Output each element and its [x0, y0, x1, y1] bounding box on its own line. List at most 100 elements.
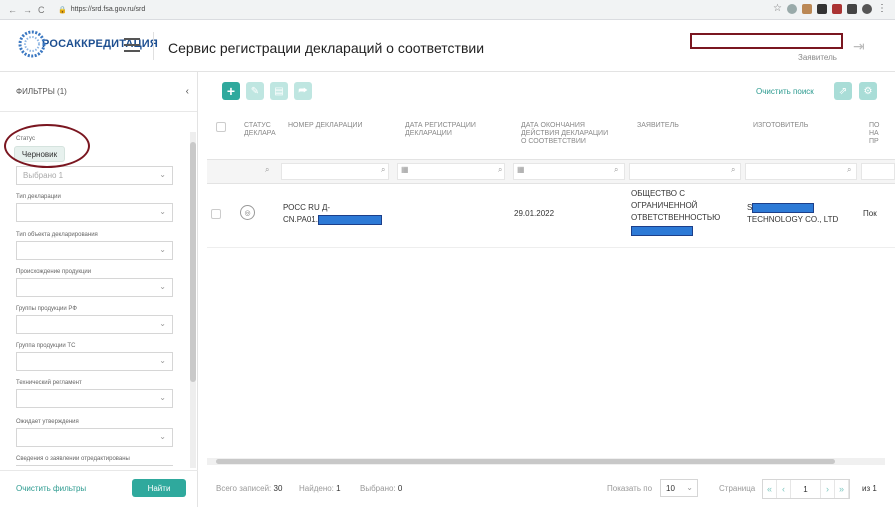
chevron-down-icon: ⌄: [159, 245, 166, 254]
number-filter-input[interactable]: [281, 163, 389, 180]
find-button[interactable]: Найти: [132, 479, 186, 497]
first-page-icon[interactable]: «: [763, 480, 777, 498]
column-header-number[interactable]: НОМЕР ДЕКЛАРАЦИИ: [288, 122, 362, 130]
sidebar-scrollbar[interactable]: [190, 132, 196, 468]
column-header-reg-date[interactable]: ДАТА РЕГИСТРАЦИИ ДЕКЛАРАЦИИ: [405, 122, 476, 138]
browser-nav: ← → C: [8, 5, 54, 15]
selected-label: Выбрано:: [360, 484, 396, 493]
add-declaration-button[interactable]: +: [222, 82, 240, 100]
user-name-redacted[interactable]: [690, 33, 843, 49]
search-icon: ⌕: [381, 165, 386, 174]
chevron-down-icon: ⌄: [159, 319, 166, 328]
filter-field: Ожидает утверждения ⌄: [16, 419, 173, 447]
applicant-cell: ОБЩЕСТВО С ОГРАНИЧЕННОЙ ОТВЕТСТВЕННОСТЬЮ: [631, 188, 720, 236]
browser-bar: ← → C 🔒 https://srd.fsa.gov.ru/srd ☆ ⋮: [0, 0, 895, 20]
filter-label: Технический регламент: [16, 380, 82, 386]
scrollbar-thumb[interactable]: [190, 142, 196, 382]
select-all-checkbox[interactable]: [216, 122, 226, 132]
declaration-number-line: CN.PA01.: [283, 214, 382, 226]
manufacturer-filter-input[interactable]: [745, 163, 857, 180]
per-page-select[interactable]: 10 ⌄: [660, 479, 698, 497]
found-value: 1: [336, 484, 341, 493]
forward-icon[interactable]: →: [23, 5, 32, 15]
browser-menu-icon[interactable]: ⋮: [877, 4, 887, 14]
filters-sidebar: ФИЛЬТРЫ (1) ‹ Статус Черновик Выбрано 1 …: [0, 72, 198, 507]
manufacturer-line: S: [747, 202, 838, 214]
address-bar[interactable]: https://srd.fsa.gov.ru/srd: [71, 6, 146, 13]
clear-search-link[interactable]: Очистить поиск: [756, 87, 814, 96]
found-label: Найдено:: [299, 484, 334, 493]
edit-icon[interactable]: ✎: [246, 82, 264, 100]
collapse-chevron-icon[interactable]: ‹: [186, 86, 189, 97]
main-toolbar: + ✎ ▤ ⮫ Очистить поиск ⇗ ⚙: [207, 78, 895, 110]
hamburger-menu-icon[interactable]: [124, 38, 140, 52]
filter-select[interactable]: ⌄: [16, 352, 173, 371]
next-page-icon[interactable]: ›: [821, 480, 835, 498]
clear-filters-link[interactable]: Очистить фильтры: [16, 484, 86, 493]
per-page-label: Показать по: [607, 484, 653, 493]
sign-icon[interactable]: ⮫: [294, 82, 312, 100]
page-number-input[interactable]: 1: [791, 480, 821, 498]
prev-page-icon[interactable]: ‹: [777, 480, 791, 498]
extension-icon[interactable]: [847, 4, 857, 14]
page-title: Сервис регистрации деклараций о соответс…: [168, 40, 485, 56]
status-select[interactable]: Выбрано 1 ⌄: [16, 166, 173, 185]
filter-select[interactable]: ⌄: [16, 241, 173, 260]
extension-icon[interactable]: [787, 4, 797, 14]
column-header-manufacturer[interactable]: ИЗГОТОВИТЕЛЬ: [753, 122, 808, 130]
column-header-product[interactable]: ПО НА ПР: [869, 122, 879, 146]
manufacturer-line: TECHNOLOGY CO., LTD: [747, 215, 839, 224]
extension-icon[interactable]: [832, 4, 842, 14]
bookmark-star-icon[interactable]: ☆: [773, 4, 782, 14]
redacted-block: [631, 226, 693, 236]
filter-select[interactable]: ⌄: [16, 465, 173, 466]
applicant-filter-input[interactable]: [629, 163, 741, 180]
selected-value: 0: [397, 484, 403, 493]
filter-select[interactable]: ⌄: [16, 389, 173, 408]
lock-icon: 🔒: [58, 6, 67, 14]
column-header-status[interactable]: СТАТУС ДЕКЛАРА: [244, 122, 276, 138]
column-header-applicant[interactable]: ЗАЯВИТЕЛЬ: [637, 122, 679, 130]
last-page-icon[interactable]: »: [835, 480, 849, 498]
back-icon[interactable]: ←: [8, 5, 17, 15]
filter-select[interactable]: ⌄: [16, 278, 173, 297]
table-horizontal-scrollbar[interactable]: [207, 458, 885, 465]
row-checkbox[interactable]: [211, 209, 221, 219]
pagination: « ‹ 1 › »: [762, 479, 850, 499]
page-count: из 1: [862, 484, 877, 493]
filter-field: Тип декларации ⌄: [16, 194, 173, 222]
redacted-block: [317, 214, 382, 225]
settings-gear-icon[interactable]: ⚙: [859, 82, 877, 100]
calendar-icon[interactable]: ▦: [401, 165, 409, 174]
applicant-line: ОГРАНИЧЕННОЙ: [631, 201, 698, 210]
search-icon: ⌕: [847, 165, 852, 174]
filter-label: Сведения о заявлении отредактированы: [16, 456, 130, 462]
end-date-filter-input[interactable]: [513, 163, 625, 180]
extension-icon[interactable]: [802, 4, 812, 14]
total-label: Всего записей:: [216, 484, 272, 493]
print-icon[interactable]: ▤: [270, 82, 288, 100]
declaration-number-cell[interactable]: РОСС RU Д- CN.PA01.: [283, 202, 382, 226]
extension-icon[interactable]: [817, 4, 827, 14]
scrollbar-thumb[interactable]: [216, 459, 835, 464]
redacted-block: [752, 202, 815, 213]
filter-status-select: Выбрано 1 ⌄: [16, 166, 173, 185]
reload-icon[interactable]: C: [38, 5, 45, 15]
profile-icon[interactable]: [862, 4, 872, 14]
export-icon[interactable]: ⇗: [834, 82, 852, 100]
logout-icon[interactable]: ⇥: [853, 38, 865, 55]
filter-field: Сведения о заявлении отредактированы ⌄: [16, 456, 173, 466]
reg-date-filter-input[interactable]: [397, 163, 505, 180]
product-filter-input[interactable]: [861, 163, 895, 180]
column-header-end-date[interactable]: ДАТА ОКОНЧАНИЯ ДЕЙСТВИЯ ДЕКЛАРАЦИИ О СОО…: [521, 122, 608, 146]
found-records: Найдено: 1: [299, 484, 341, 493]
declaration-number-prefix: CN.PA01.: [283, 215, 318, 224]
filter-select[interactable]: ⌄: [16, 428, 173, 447]
user-role: Заявитель: [798, 53, 837, 62]
product-cell: Пок: [863, 209, 877, 218]
filter-select[interactable]: ⌄: [16, 315, 173, 334]
filter-select[interactable]: ⌄: [16, 203, 173, 222]
table-row[interactable]: ◎ РОСС RU Д- CN.PA01. 29.01.2022 ОБЩЕСТВ…: [207, 184, 895, 248]
calendar-icon[interactable]: ▦: [517, 165, 525, 174]
table-header: СТАТУС ДЕКЛАРА НОМЕР ДЕКЛАРАЦИИ ДАТА РЕГ…: [207, 112, 895, 160]
